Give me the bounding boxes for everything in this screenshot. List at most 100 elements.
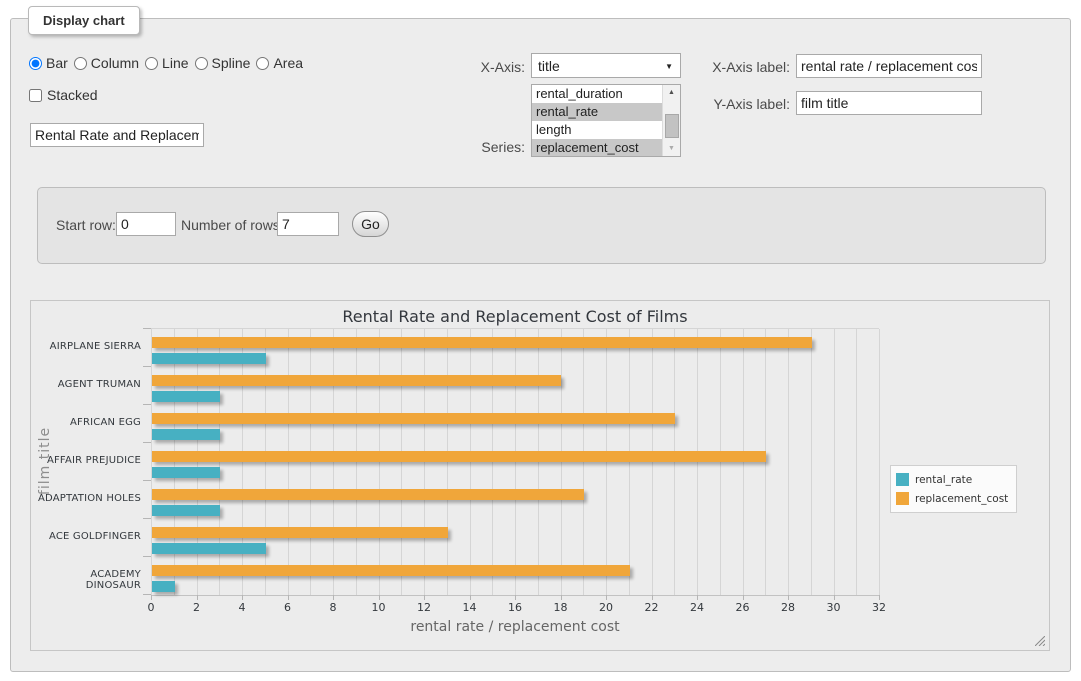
x-tick-mark (197, 595, 198, 600)
x-tick-mark (242, 595, 243, 600)
category-tick-mark (143, 518, 151, 519)
stacked-option[interactable]: Stacked (29, 87, 98, 103)
category-label: AFFAIR PREJUDICE (35, 455, 141, 466)
category-label: ADAPTATION HOLES (35, 493, 141, 504)
x-gridline (583, 329, 584, 595)
x-tick-label: 22 (637, 601, 667, 614)
x-tick-label: 8 (318, 601, 348, 614)
spline-radio[interactable] (195, 57, 208, 70)
series-option-rental-duration[interactable]: rental_duration (532, 85, 663, 103)
series-option-rental-rate[interactable]: rental_rate (532, 103, 663, 121)
category-label: AGENT TRUMAN (35, 379, 141, 390)
scroll-up-icon[interactable]: ▲ (663, 85, 680, 100)
category-label: AIRPLANE SIERRA (35, 341, 141, 352)
x-tick-mark (788, 595, 789, 600)
num-rows-label: Number of rows: (181, 217, 284, 233)
x-tick-mark (333, 595, 334, 600)
category-label: AFRICAN EGG (35, 417, 141, 428)
x-gridline (879, 329, 880, 595)
x-gridline (470, 329, 471, 595)
x-axis-select-label: X-Axis: (427, 59, 525, 75)
x-tick-label: 0 (136, 601, 166, 614)
x-gridline (765, 329, 766, 595)
x-tick-mark (379, 595, 380, 600)
x-tick-label: 4 (227, 601, 257, 614)
listbox-scrollbar[interactable]: ▲ ▼ (662, 85, 680, 156)
x-tick-label: 16 (500, 601, 530, 614)
series-option-replacement-cost[interactable]: replacement_cost (532, 139, 663, 157)
scrollbar-thumb[interactable] (665, 114, 679, 138)
bar-rental_rate (152, 429, 220, 440)
bar-replacement_cost (152, 489, 584, 500)
legend-item-replacement_cost[interactable]: replacement_cost (896, 489, 1008, 508)
x-axis-label-field-label: X-Axis label: (690, 59, 790, 75)
chart-plot-area (151, 328, 879, 596)
x-tick-label: 32 (864, 601, 894, 614)
x-gridline (151, 329, 152, 595)
x-gridline (856, 329, 857, 595)
x-gridline (788, 329, 789, 595)
category-tick-mark (143, 404, 151, 405)
chart-type-option-spline[interactable]: Spline (195, 55, 251, 71)
chart-type-option-area[interactable]: Area (256, 55, 303, 71)
bar-rental_rate (152, 391, 220, 402)
x-gridline (379, 329, 380, 595)
category-tick-mark (143, 366, 151, 367)
series-option-length[interactable]: length (532, 121, 663, 139)
x-tick-label: 26 (728, 601, 758, 614)
bar-rental_rate (152, 543, 266, 554)
x-gridline (288, 329, 289, 595)
x-tick-label: 28 (773, 601, 803, 614)
x-gridline (652, 329, 653, 595)
chart-type-option-column[interactable]: Column (74, 55, 139, 71)
x-gridline (492, 329, 493, 595)
start-row-input[interactable] (116, 212, 176, 236)
x-gridline (561, 329, 562, 595)
x-gridline (743, 329, 744, 595)
area-radio[interactable] (256, 57, 269, 70)
x-tick-mark (743, 595, 744, 600)
bar-replacement_cost (152, 337, 812, 348)
area-radio-label: Area (273, 55, 303, 71)
chart-type-option-bar[interactable]: Bar (29, 55, 68, 71)
x-axis-select[interactable]: title ▼ (531, 53, 681, 78)
x-gridline (265, 329, 266, 595)
x-tick-mark (879, 595, 880, 600)
column-radio-label: Column (91, 55, 139, 71)
num-rows-input[interactable] (277, 212, 339, 236)
x-gridline (674, 329, 675, 595)
series-select-label: Series: (427, 139, 525, 155)
bar-radio[interactable] (29, 57, 42, 70)
x-gridline (538, 329, 539, 595)
stacked-checkbox[interactable] (29, 89, 42, 102)
page: Display chart Bar Column Line Spline Are… (0, 0, 1081, 681)
x-axis-label-input[interactable] (796, 54, 982, 78)
scroll-down-icon[interactable]: ▼ (663, 141, 680, 156)
x-gridline (515, 329, 516, 595)
y-axis-label-input[interactable] (796, 91, 982, 115)
x-tick-label: 10 (364, 601, 394, 614)
x-gridline (424, 329, 425, 595)
x-tick-mark (561, 595, 562, 600)
x-gridline (242, 329, 243, 595)
bar-replacement_cost (152, 527, 448, 538)
bar-rental_rate (152, 581, 175, 592)
legend-swatch (896, 492, 909, 505)
resize-grip-icon[interactable] (1035, 636, 1045, 646)
series-listbox[interactable]: rental_duration rental_rate length repla… (531, 84, 681, 157)
go-button[interactable]: Go (352, 211, 389, 237)
bar-replacement_cost (152, 375, 561, 386)
x-gridline (219, 329, 220, 595)
x-tick-mark (424, 595, 425, 600)
chart-type-radio-group: Bar Column Line Spline Area (29, 55, 303, 71)
legend-label: rental_rate (915, 474, 972, 486)
x-tick-label: 2 (182, 601, 212, 614)
column-radio[interactable] (74, 57, 87, 70)
x-gridline (174, 329, 175, 595)
chart-type-option-line[interactable]: Line (145, 55, 188, 71)
line-radio[interactable] (145, 57, 158, 70)
legend-swatch (896, 473, 909, 486)
legend-item-rental_rate[interactable]: rental_rate (896, 470, 1008, 489)
x-tick-label: 6 (273, 601, 303, 614)
chart-title-input[interactable] (30, 123, 204, 147)
